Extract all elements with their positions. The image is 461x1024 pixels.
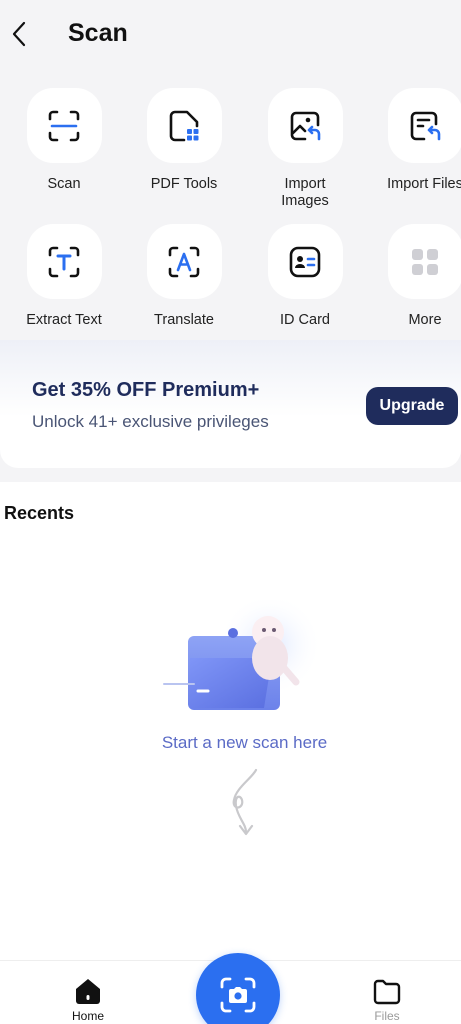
tool-icon-box [267, 224, 343, 299]
tool-label: More [408, 312, 442, 328]
folder-icon [373, 979, 401, 1005]
tool-extract-text[interactable]: Extract Text [4, 224, 124, 329]
nav-files[interactable]: Files [347, 975, 427, 1023]
home-icon [76, 979, 100, 1004]
tool-label: Scan [47, 176, 81, 192]
empty-recents-illustration [160, 593, 330, 715]
tool-icon-box [267, 88, 343, 163]
tool-icon-box [387, 224, 461, 299]
tool-translate[interactable]: Translate [124, 224, 244, 329]
more-grid-icon [412, 248, 438, 275]
nav-home[interactable]: Home [48, 975, 128, 1023]
promo-subtitle: Unlock 41+ exclusive privileges [32, 412, 269, 431]
back-arrow-icon [12, 21, 26, 47]
tool-label: Import Images [281, 176, 329, 209]
translate-icon [168, 246, 200, 277]
id-card-icon [289, 246, 321, 277]
tool-label: ID Card [280, 312, 330, 328]
header: Scan [0, 0, 461, 70]
tool-import-images[interactable]: Import Images [245, 88, 365, 210]
tool-import-files[interactable]: Import Files [365, 88, 461, 193]
tool-label: Translate [154, 312, 214, 328]
tool-label: PDF Tools [150, 176, 218, 192]
page-title: Scan [68, 19, 128, 47]
arrow-doodle-icon [232, 768, 258, 836]
scan-frame-icon [48, 110, 80, 141]
extract-text-icon [48, 246, 80, 277]
tool-pdf-tools[interactable]: PDF Tools [124, 88, 244, 193]
pdf-tools-icon [169, 110, 199, 141]
import-files-icon [410, 111, 441, 140]
upgrade-button[interactable]: Upgrade [366, 387, 458, 425]
tool-label: Import Files [387, 176, 461, 192]
tool-more[interactable]: More [365, 224, 461, 329]
tool-scan[interactable]: Scan [4, 88, 124, 193]
tool-icon-box [387, 88, 461, 163]
tool-id-card[interactable]: ID Card [245, 224, 365, 329]
tool-icon-box [26, 224, 102, 299]
back-button[interactable] [4, 18, 34, 50]
nav-files-label: Files [374, 1009, 400, 1023]
tool-icon-box [26, 88, 102, 163]
empty-recents-text[interactable]: Start a new scan here [0, 733, 461, 753]
import-images-icon [290, 111, 321, 140]
tool-label: Extract Text [26, 312, 102, 328]
promo-title: Get 35% OFF Premium+ [32, 379, 260, 401]
recents-title: Recents [4, 503, 75, 523]
tool-icon-box [146, 224, 222, 299]
nav-home-label: Home [71, 1009, 104, 1023]
premium-promo-banner[interactable]: Get 35% OFF Premium+ Unlock 41+ exclusiv… [0, 340, 461, 468]
camera-icon [220, 977, 256, 1013]
tool-icon-box [146, 88, 222, 163]
